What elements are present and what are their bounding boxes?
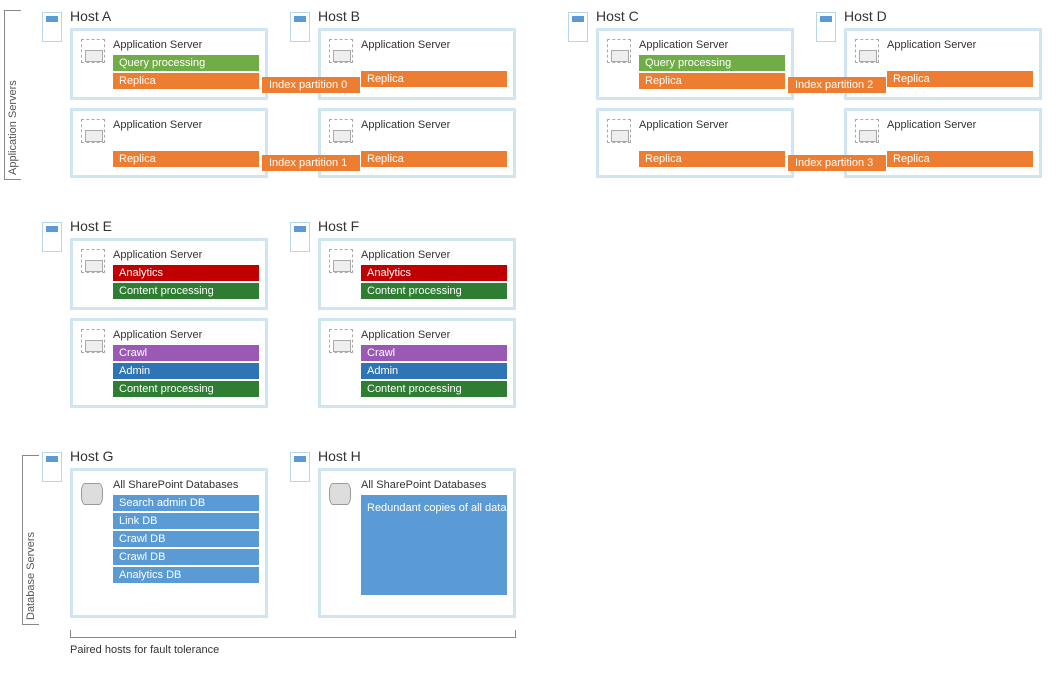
host-icon [568,12,588,42]
host-e-panel-2: Application Server Crawl Admin Content p… [70,318,268,408]
app-server-label: Application Server [113,249,259,261]
server-icon [607,119,631,143]
server-icon [81,329,105,353]
host-icon [816,12,836,42]
host-a-panel-2: Application Server Replica [70,108,268,178]
role-replica: Replica [887,71,1033,87]
db-crawl-1: Crawl DB [113,531,259,547]
role-replica: Replica [639,73,785,89]
role-analytics: Analytics [361,265,507,281]
role-replica: Replica [113,73,259,89]
section-label-app-servers: Application Servers [4,10,21,180]
index-partition-0: Index partition 0 [265,77,357,93]
db-analytics: Analytics DB [113,567,259,583]
pair-caption: Paired hosts for fault tolerance [70,644,219,656]
server-icon [81,249,105,273]
app-server-label: Application Server [361,119,507,131]
role-admin: Admin [361,363,507,379]
host-e-panel-1: Application Server Analytics Content pro… [70,238,268,310]
all-db-label: All SharePoint Databases [361,479,507,491]
server-icon [329,329,353,353]
role-content-processing: Content processing [361,381,507,397]
server-icon [81,39,105,63]
host-a-title: Host A [70,8,111,24]
server-icon [81,119,105,143]
role-crawl: Crawl [113,345,259,361]
role-content-processing: Content processing [361,283,507,299]
server-icon [855,39,879,63]
database-icon [329,479,351,509]
host-c-panel-2: Application Server Replica [596,108,794,178]
app-server-label: Application Server [361,329,507,341]
host-g-panel: All SharePoint Databases Search admin DB… [70,468,268,618]
db-redundant-desc: Redundant copies of all databases using … [361,495,507,595]
host-b-title: Host B [318,8,360,24]
app-server-label: Application Server [887,119,1033,131]
host-a-panel-1: Application Server Query processing Repl… [70,28,268,100]
role-replica: Replica [887,151,1033,167]
host-e-title: Host E [70,218,112,234]
host-icon [42,222,62,252]
role-content-processing: Content processing [113,283,259,299]
host-f-panel-1: Application Server Analytics Content pro… [318,238,516,310]
database-icon [81,479,103,509]
app-server-label: Application Server [113,119,259,131]
role-replica: Replica [639,151,785,167]
host-c-title: Host C [596,8,639,24]
server-icon [855,119,879,143]
role-replica: Replica [361,151,507,167]
role-replica: Replica [113,151,259,167]
index-partition-3: Index partition 3 [791,155,883,171]
app-server-label: Application Server [361,39,507,51]
all-db-label: All SharePoint Databases [113,479,259,491]
host-h-title: Host H [318,448,361,464]
server-icon [329,249,353,273]
app-server-label: Application Server [113,329,259,341]
host-c-panel-1: Application Server Query processing Repl… [596,28,794,100]
role-analytics: Analytics [113,265,259,281]
app-server-label: Application Server [113,39,259,51]
host-h-panel: All SharePoint Databases Redundant copie… [318,468,516,618]
app-server-label: Application Server [639,119,785,131]
host-icon [290,222,310,252]
host-icon [42,12,62,42]
role-query-processing: Query processing [639,55,785,71]
host-d-title: Host D [844,8,887,24]
host-f-title: Host F [318,218,359,234]
section-label-db-servers: Database Servers [22,455,39,625]
app-server-label: Application Server [639,39,785,51]
host-f-panel-2: Application Server Crawl Admin Content p… [318,318,516,408]
host-g-title: Host G [70,448,114,464]
server-icon [329,39,353,63]
server-icon [607,39,631,63]
host-icon [42,452,62,482]
role-admin: Admin [113,363,259,379]
host-icon [290,12,310,42]
index-partition-2: Index partition 2 [791,77,883,93]
role-query-processing: Query processing [113,55,259,71]
db-link: Link DB [113,513,259,529]
index-partition-1: Index partition 1 [265,155,357,171]
app-server-label: Application Server [887,39,1033,51]
db-search-admin: Search admin DB [113,495,259,511]
app-server-label: Application Server [361,249,507,261]
pair-bracket [70,630,516,638]
role-content-processing: Content processing [113,381,259,397]
server-icon [329,119,353,143]
db-crawl-2: Crawl DB [113,549,259,565]
role-replica: Replica [361,71,507,87]
host-icon [290,452,310,482]
role-crawl: Crawl [361,345,507,361]
